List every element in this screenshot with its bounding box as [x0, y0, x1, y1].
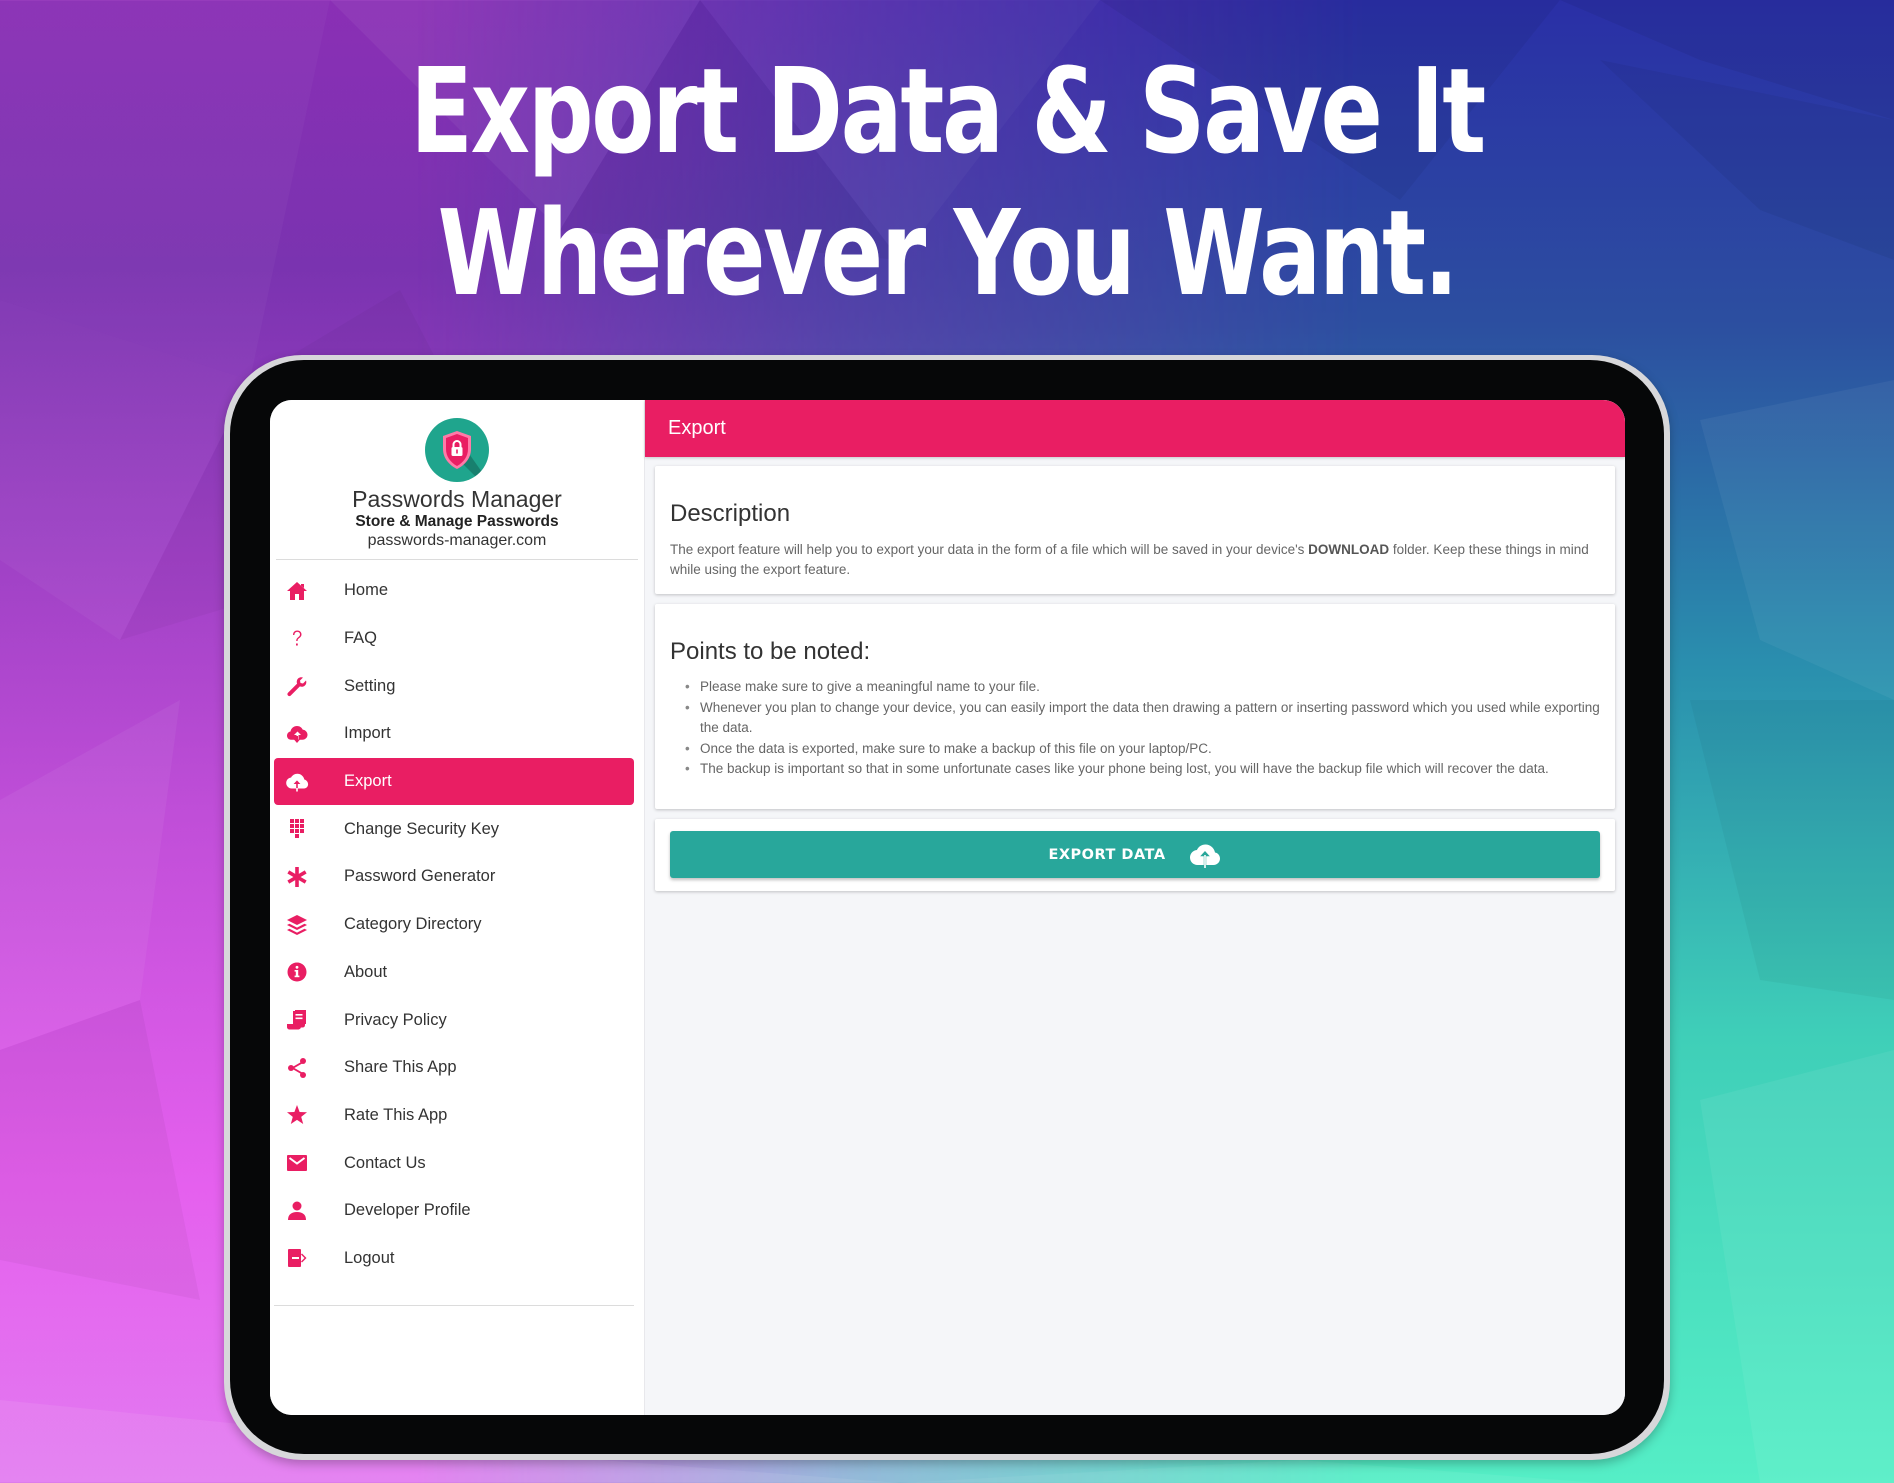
app-screen: Passwords Manager Store & Manage Passwor…	[270, 400, 1625, 1415]
sidebar-item-label: Share This App	[344, 1058, 457, 1077]
logout-icon	[284, 1245, 310, 1271]
sidebar-item-rate-this-app[interactable]: Rate This App	[274, 1092, 634, 1140]
app-bar: Export	[645, 400, 1625, 457]
list-item: The backup is important so that in some …	[685, 759, 1600, 780]
cloud-upload-icon	[284, 769, 310, 795]
export-data-label: EXPORT DATA	[1048, 846, 1166, 863]
keypad-icon	[284, 816, 310, 842]
asterisk-icon	[284, 864, 310, 890]
page-title: Export	[668, 417, 726, 439]
export-data-button[interactable]: EXPORT DATA	[670, 831, 1600, 878]
layers-icon	[284, 912, 310, 938]
cloud-upload-icon	[1189, 844, 1220, 868]
list-item: Please make sure to give a meaningful na…	[685, 677, 1600, 698]
sidebar-item-privacy-policy[interactable]: Privacy Policy	[274, 996, 634, 1044]
brand-header: Passwords Manager Store & Manage Passwor…	[270, 400, 644, 550]
sidebar-item-label: Logout	[344, 1248, 395, 1267]
shield-lock-icon	[425, 418, 489, 482]
sidebar-item-password-generator[interactable]: Password Generator	[274, 853, 634, 901]
points-list: Please make sure to give a meaningful na…	[670, 677, 1600, 780]
list-item: Once the data is exported, make sure to …	[685, 739, 1600, 760]
sidebar-item-label: Export	[344, 772, 392, 791]
description-text: The export feature will help you to expo…	[670, 540, 1600, 580]
sidebar-item-label: Change Security Key	[344, 819, 500, 838]
sidebar-item-faq[interactable]: FAQ	[274, 615, 634, 663]
promo-headline-line-2: Wherever You Want.	[437, 184, 1459, 322]
share-icon	[284, 1055, 310, 1081]
sidebar-item-developer-profile[interactable]: Developer Profile	[274, 1187, 634, 1235]
sidebar-item-label: Privacy Policy	[344, 1010, 447, 1029]
action-card: EXPORT DATA	[655, 819, 1615, 891]
cloud-download-icon	[284, 721, 310, 747]
sidebar-menu: Home FAQ Setting Import Export Change Se…	[270, 560, 644, 1282]
brand-website: passwords-manager.com	[367, 532, 547, 549]
sidebar-item-logout[interactable]: Logout	[274, 1235, 634, 1283]
sidebar-item-import[interactable]: Import	[274, 710, 634, 758]
user-icon	[284, 1198, 310, 1224]
sidebar-divider-bottom	[274, 1305, 634, 1307]
sidebar-item-label: Developer Profile	[344, 1201, 471, 1220]
promo-headline: Export Data & Save It Wherever You Want.	[208, 40, 1685, 324]
sidebar-item-share-this-app[interactable]: Share This App	[274, 1044, 634, 1092]
sidebar-item-label: About	[344, 962, 388, 981]
sidebar-item-label: Category Directory	[344, 915, 482, 934]
sidebar-item-label: Rate This App	[344, 1105, 448, 1124]
sidebar-item-label: Setting	[344, 676, 396, 695]
promo-headline-line-1: Export Data & Save It	[410, 42, 1486, 180]
description-title: Description	[670, 500, 791, 527]
download-folder-highlight: DOWNLOAD	[1308, 542, 1390, 557]
sidebar-item-setting[interactable]: Setting	[274, 662, 634, 710]
sidebar-item-export[interactable]: Export	[274, 757, 634, 806]
sidebar-item-label: Import	[344, 724, 391, 743]
sidebar-item-label: Password Generator	[344, 867, 496, 886]
points-card: Points to be noted: Please make sure to …	[655, 604, 1615, 809]
sidebar-item-label: Home	[344, 581, 389, 600]
brand-tagline: Store & Manage Passwords	[355, 513, 559, 530]
document-icon	[284, 1007, 310, 1033]
info-icon	[284, 959, 310, 985]
sidebar-item-contact-us[interactable]: Contact Us	[274, 1139, 634, 1187]
home-icon	[284, 578, 310, 604]
sidebar-drawer: Passwords Manager Store & Manage Passwor…	[270, 400, 645, 1415]
sidebar-item-label: FAQ	[344, 629, 378, 648]
sidebar-item-label: Contact Us	[344, 1153, 426, 1172]
sidebar-item-change-security-key[interactable]: Change Security Key	[274, 805, 634, 853]
sidebar-item-category-directory[interactable]: Category Directory	[274, 901, 634, 949]
main-content: Export Description The export feature wi…	[645, 400, 1625, 1415]
points-title: Points to be noted:	[670, 638, 871, 665]
description-text-part: The export feature will help you to expo…	[670, 542, 1309, 557]
description-card: Description The export feature will help…	[655, 466, 1615, 594]
question-icon	[284, 626, 310, 652]
star-icon	[284, 1102, 310, 1128]
brand-name: Passwords Manager	[352, 486, 562, 512]
sidebar-item-about[interactable]: About	[274, 949, 634, 997]
wrench-icon	[284, 673, 310, 699]
envelope-icon	[284, 1150, 310, 1176]
sidebar-item-home[interactable]: Home	[274, 567, 634, 615]
list-item: Whenever you plan to change your device,…	[685, 698, 1600, 739]
